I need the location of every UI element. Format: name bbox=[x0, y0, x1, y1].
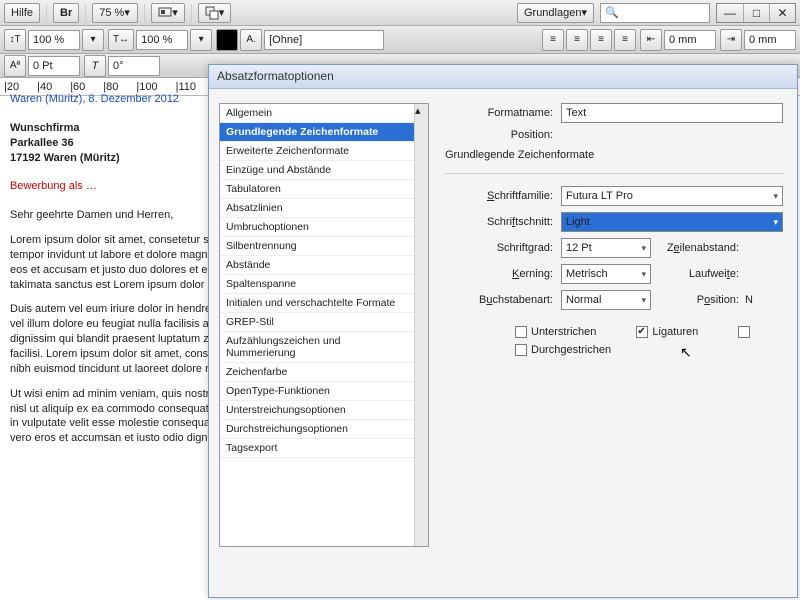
minimize-button[interactable]: — bbox=[717, 4, 743, 22]
control-toolbar: ↕T 100 % ▾ T↔ 100 % ▾ A. [Ohne] ≡ ≡ ≡ ≡ … bbox=[0, 26, 800, 54]
category-item[interactable]: Absatzlinien bbox=[220, 199, 414, 218]
tracking-label: Laufweite: bbox=[657, 268, 739, 280]
font-size-label: Schriftgrad: bbox=[445, 242, 555, 254]
indent-right-icon[interactable]: ⇥ bbox=[720, 29, 742, 51]
position-label: Position: bbox=[445, 129, 555, 141]
scrollbar[interactable]: ▴ bbox=[414, 104, 428, 546]
char-horiz-scale-icon[interactable]: ↕T bbox=[4, 29, 26, 51]
font-family-label: Schriftfamilie: bbox=[445, 190, 555, 202]
case-label: Buchstabenart: bbox=[445, 294, 555, 306]
category-item[interactable]: Umbruchoptionen bbox=[220, 218, 414, 237]
case-select[interactable]: Normal bbox=[561, 290, 651, 310]
leading-field[interactable]: 0 Pt bbox=[28, 56, 80, 76]
arrange-icon bbox=[205, 6, 219, 20]
category-item[interactable]: Silbentrennung bbox=[220, 237, 414, 256]
align-left-button[interactable]: ≡ bbox=[542, 29, 564, 51]
screen-mode-button[interactable]: ▾ bbox=[151, 3, 185, 23]
fill-icon[interactable] bbox=[216, 29, 238, 51]
category-item[interactable]: GREP-Stil bbox=[220, 313, 414, 332]
leading-label: Zeilenabstand: bbox=[657, 242, 739, 254]
rotation-field[interactable]: 0° bbox=[108, 56, 160, 76]
horiz-scale-field[interactable]: 100 % bbox=[28, 30, 80, 50]
category-item[interactable]: Tabulatoren bbox=[220, 180, 414, 199]
menu-bar: Hilfe Br 75 % ▾ ▾ ▾ Grundlagen ▾ 🔍 — □ ✕ bbox=[0, 0, 800, 26]
indent-left-icon[interactable]: ⇤ bbox=[640, 29, 662, 51]
category-list[interactable]: AllgemeinGrundlegende ZeichenformateErwe… bbox=[219, 103, 429, 547]
justify-button[interactable]: ≡ bbox=[614, 29, 636, 51]
close-button[interactable]: ✕ bbox=[769, 4, 795, 22]
category-item[interactable]: Einzüge und Abstände bbox=[220, 161, 414, 180]
divider bbox=[445, 173, 783, 174]
kerning-select[interactable]: Metrisch bbox=[561, 264, 651, 284]
separator bbox=[191, 4, 192, 22]
position2-value: N bbox=[745, 294, 757, 306]
extra-checkbox[interactable] bbox=[738, 326, 750, 338]
vert-scale-field[interactable]: 100 % bbox=[136, 30, 188, 50]
workspace-select[interactable]: Grundlagen ▾ bbox=[517, 3, 594, 23]
kerning-label: Kerning: bbox=[445, 268, 555, 280]
separator bbox=[46, 4, 47, 22]
position2-label: Position: bbox=[657, 294, 739, 306]
category-item[interactable]: Durchstreichungsoptionen bbox=[220, 420, 414, 439]
char-style-select[interactable]: [Ohne] bbox=[264, 30, 384, 50]
align-right-button[interactable]: ≡ bbox=[590, 29, 612, 51]
separator bbox=[144, 4, 145, 22]
category-item[interactable]: Zeichenfarbe bbox=[220, 363, 414, 382]
baseline-icon[interactable]: Aª bbox=[4, 55, 26, 77]
font-style-label: Schriftschnitt: bbox=[445, 216, 555, 228]
zoom-select[interactable]: 75 % ▾ bbox=[92, 3, 138, 23]
separator bbox=[85, 4, 86, 22]
bridge-button[interactable]: Br bbox=[53, 3, 79, 23]
search-icon: 🔍 bbox=[605, 6, 619, 19]
category-item[interactable]: Spaltenspanne bbox=[220, 275, 414, 294]
arrange-button[interactable]: ▾ bbox=[198, 3, 232, 23]
category-item[interactable]: Initialen und verschachtelte Formate bbox=[220, 294, 414, 313]
rotation-icon[interactable]: T bbox=[84, 55, 106, 77]
ligatures-checkbox[interactable]: Ligaturen bbox=[636, 326, 698, 338]
formatname-input[interactable]: Text bbox=[561, 103, 783, 123]
category-item[interactable]: Erweiterte Zeichenformate bbox=[220, 142, 414, 161]
formatname-label: Formatname: bbox=[445, 107, 555, 119]
font-style-select[interactable]: Light bbox=[561, 212, 783, 232]
category-item[interactable]: Aufzählungszeichen und Nummerierung bbox=[220, 332, 414, 363]
indent-left-field[interactable]: 0 mm bbox=[664, 30, 716, 50]
search-input[interactable]: 🔍 bbox=[600, 3, 710, 23]
window-controls: — □ ✕ bbox=[716, 3, 796, 23]
char-vert-scale-icon[interactable]: T↔ bbox=[108, 29, 134, 51]
category-item[interactable]: OpenType-Funktionen bbox=[220, 382, 414, 401]
category-item[interactable]: Grundlegende Zeichenformate bbox=[220, 123, 414, 142]
font-size-select[interactable]: 12 Pt bbox=[561, 238, 651, 258]
help-menu[interactable]: Hilfe bbox=[4, 3, 40, 23]
paragraph-style-options-dialog: Absatzformatoptionen AllgemeinGrundlegen… bbox=[208, 64, 798, 598]
charstyle-icon[interactable]: A. bbox=[240, 29, 262, 51]
underline-checkbox[interactable]: Unterstrichen bbox=[515, 326, 596, 338]
category-item[interactable]: Allgemein bbox=[220, 104, 414, 123]
category-item[interactable]: Tagsexport bbox=[220, 439, 414, 458]
indent-right-field[interactable]: 0 mm bbox=[744, 30, 796, 50]
category-item[interactable]: Abstände bbox=[220, 256, 414, 275]
font-family-select[interactable]: Futura LT Pro bbox=[561, 186, 783, 206]
scale-down-icon[interactable]: ▾ bbox=[190, 29, 212, 51]
category-item[interactable]: Unterstreichungsoptionen bbox=[220, 401, 414, 420]
maximize-button[interactable]: □ bbox=[743, 4, 769, 22]
scale-down-icon[interactable]: ▾ bbox=[82, 29, 104, 51]
screen-icon bbox=[158, 6, 172, 20]
section-heading: Grundlegende Zeichenformate bbox=[445, 149, 783, 161]
align-center-button[interactable]: ≡ bbox=[566, 29, 588, 51]
form-panel: Formatname: Text Position: Grundlegende … bbox=[441, 103, 787, 547]
dialog-title: Absatzformatoptionen bbox=[209, 65, 797, 89]
strikethrough-checkbox[interactable]: Durchgestrichen bbox=[515, 344, 611, 356]
